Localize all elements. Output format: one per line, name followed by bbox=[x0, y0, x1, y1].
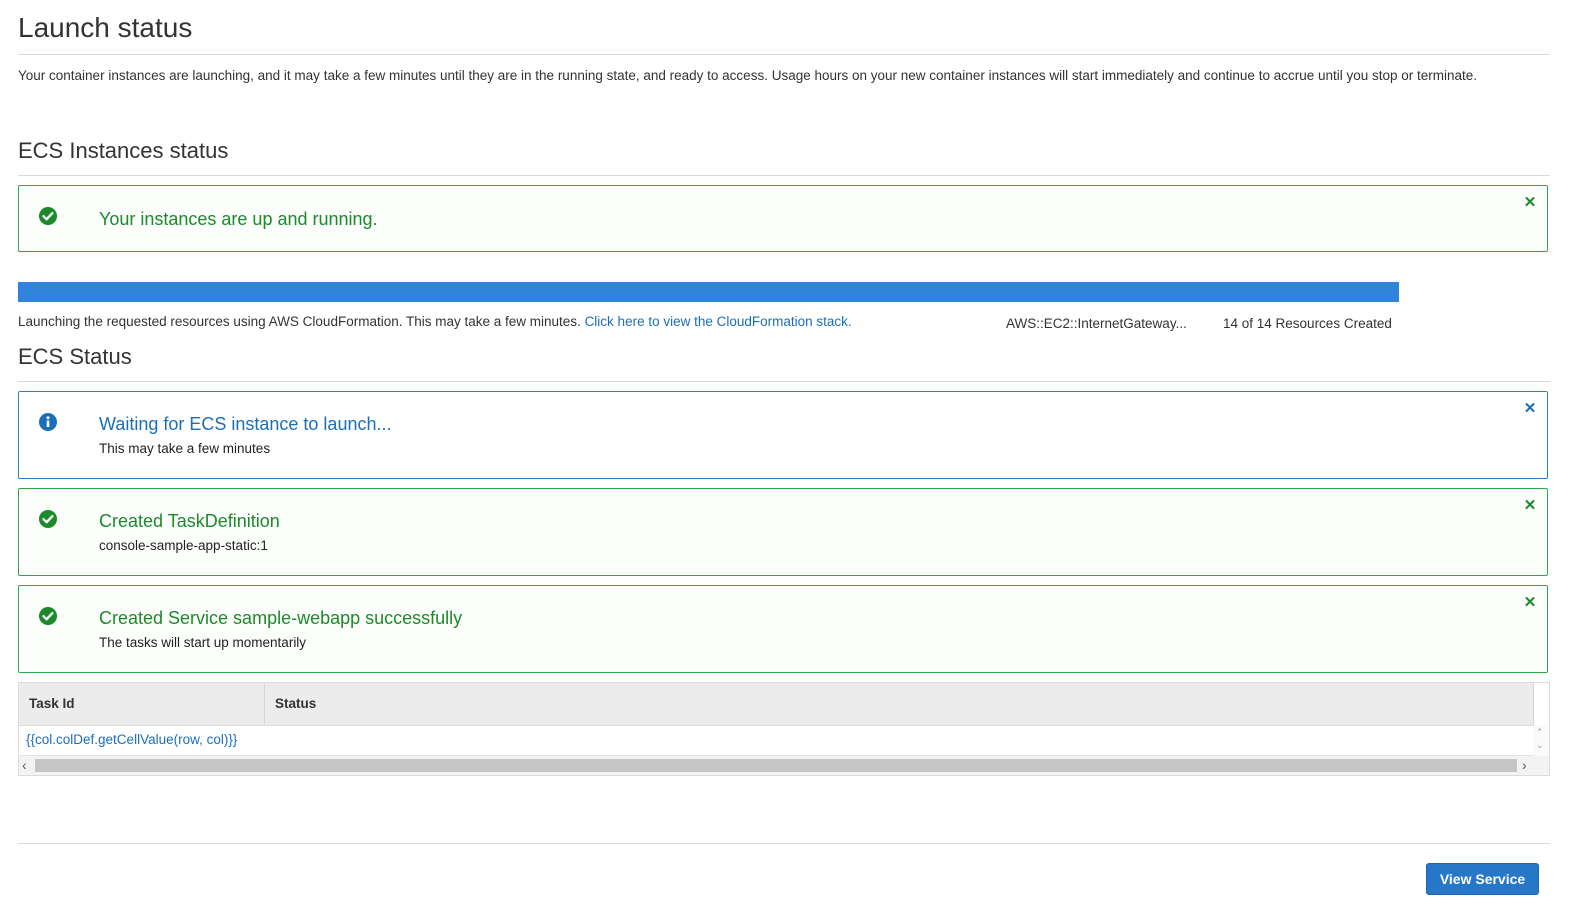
ecs-divider bbox=[18, 381, 1550, 382]
scroll-left-icon[interactable]: ‹ bbox=[22, 757, 27, 773]
scrollbar-thumb[interactable] bbox=[35, 759, 1517, 772]
alert-title: Waiting for ECS instance to launch... bbox=[99, 414, 392, 434]
progress-fill bbox=[18, 282, 1399, 302]
footer-divider bbox=[18, 843, 1550, 844]
column-header-status[interactable]: Status bbox=[265, 683, 1534, 725]
instances-status-heading: ECS Instances status bbox=[18, 138, 229, 163]
service-created-alert: Created Service sample-webapp successful… bbox=[18, 585, 1548, 673]
column-header-task-id[interactable]: Task Id bbox=[19, 683, 265, 725]
ecs-waiting-alert: Waiting for ECS instance to launch... Th… bbox=[18, 391, 1548, 479]
table-header: Task Id Status bbox=[19, 683, 1534, 726]
instances-divider bbox=[18, 175, 1550, 176]
scroll-right-icon[interactable]: › bbox=[1522, 757, 1527, 773]
horizontal-scrollbar[interactable]: ‹ › bbox=[19, 756, 1549, 775]
resource-count: 14 of 14 Resources Created bbox=[1223, 316, 1392, 331]
cloudformation-stack-link[interactable]: Click here to view the CloudFormation st… bbox=[585, 314, 852, 329]
scroll-up-icon[interactable]: ⌃ bbox=[1536, 727, 1544, 738]
info-circle-icon bbox=[39, 413, 57, 431]
cloudformation-message-text: Launching the requested resources using … bbox=[18, 314, 581, 329]
close-icon[interactable]: ✕ bbox=[1523, 595, 1537, 610]
close-icon[interactable]: ✕ bbox=[1523, 195, 1537, 210]
cloudformation-message: Launching the requested resources using … bbox=[18, 314, 852, 329]
alert-subtext: This may take a few minutes bbox=[99, 441, 271, 456]
alert-title: Created TaskDefinition bbox=[99, 511, 280, 531]
view-service-button[interactable]: View Service bbox=[1426, 863, 1539, 895]
check-circle-icon bbox=[39, 510, 57, 528]
task-table: Task Id Status {{col.colDef.getCellValue… bbox=[18, 682, 1550, 776]
alert-subtext: console-sample-app-static:1 bbox=[99, 538, 268, 553]
close-icon[interactable]: ✕ bbox=[1523, 498, 1537, 513]
title-divider bbox=[18, 54, 1550, 55]
alert-subtext: The tasks will start up momentarily bbox=[99, 635, 307, 650]
resource-name: AWS::EC2::InternetGateway... bbox=[1006, 316, 1187, 331]
intro-text: Your container instances are launching, … bbox=[18, 68, 1478, 83]
ecs-status-heading: ECS Status bbox=[18, 344, 132, 369]
taskdefinition-created-alert: Created TaskDefinition console-sample-ap… bbox=[18, 488, 1548, 576]
cloudformation-progress-bar bbox=[18, 282, 1399, 302]
check-circle-icon bbox=[39, 207, 57, 225]
alert-title: Created Service sample-webapp successful… bbox=[99, 608, 463, 628]
alert-title: Your instances are up and running. bbox=[99, 209, 378, 229]
vertical-scrollbar[interactable]: ⌃ ⌄ bbox=[1533, 725, 1549, 756]
close-icon[interactable]: ✕ bbox=[1523, 401, 1537, 416]
check-circle-icon bbox=[39, 607, 57, 625]
table-row: {{col.colDef.getCellValue(row, col)}} bbox=[19, 726, 1534, 756]
task-id-cell[interactable]: {{col.colDef.getCellValue(row, col)}} bbox=[26, 732, 237, 747]
scroll-down-icon[interactable]: ⌄ bbox=[1536, 740, 1544, 751]
instances-running-alert: Your instances are up and running. ✕ bbox=[18, 185, 1548, 252]
page-title: Launch status bbox=[18, 12, 193, 43]
